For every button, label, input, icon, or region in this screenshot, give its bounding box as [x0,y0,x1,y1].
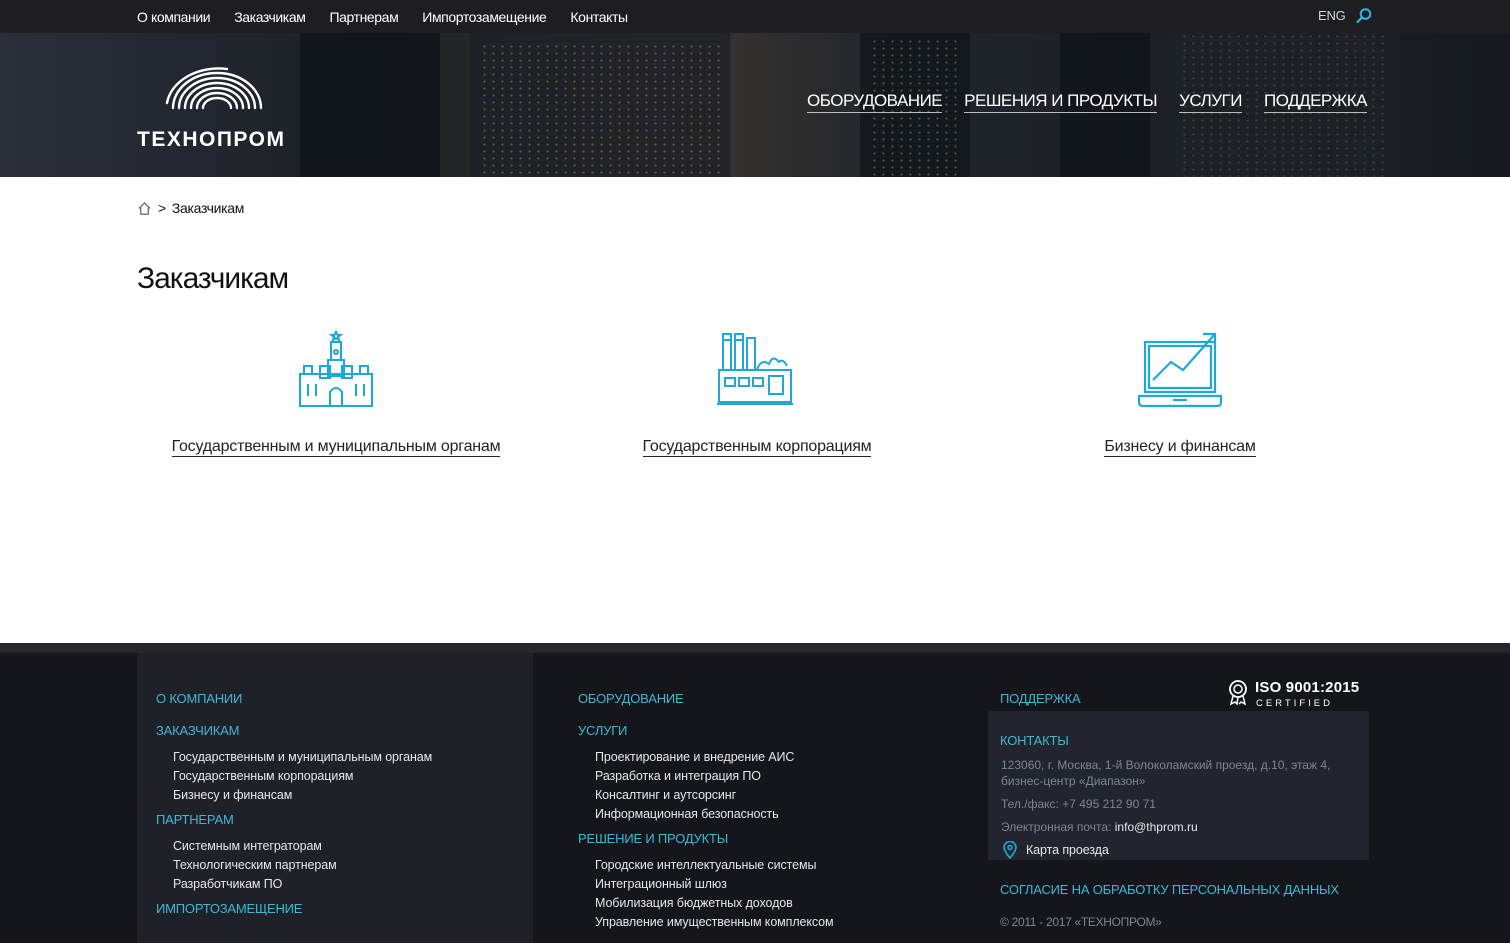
top-nav-customers[interactable]: Заказчикам [234,9,306,25]
iso-subtitle: CERTIFIED [1256,698,1333,709]
footer-link-corp[interactable]: Государственным корпорациям [173,769,354,783]
map-link[interactable]: Карта проезда [1026,843,1109,857]
footer-link-consulting[interactable]: Консалтинг и аутсорсинг [595,788,736,802]
category-business[interactable]: Бизнесу и финансам [1040,330,1320,457]
footer-link-integrators[interactable]: Системным интеграторам [173,839,322,853]
iso-title: ISO 9001:2015 [1255,679,1360,696]
top-nav-about[interactable]: О компании [137,9,211,25]
breadcrumb: > Заказчикам [137,200,244,216]
factory-icon [717,333,793,405]
footer-about-link[interactable]: О КОМПАНИИ [156,691,242,706]
top-bar: О компании Заказчикам Партнерам Импортоз… [0,0,1510,33]
top-nav-contacts[interactable]: Контакты [570,9,628,25]
footer: О КОМПАНИИ ЗАКАЗЧИКАМ Государственным и … [0,643,1510,943]
top-nav-partners[interactable]: Партнерам [329,9,398,25]
footer-link-city[interactable]: Городские интеллектуальные системы [595,858,816,872]
footer-link-business[interactable]: Бизнесу и финансам [173,788,292,802]
logo-text[interactable]: ТЕХНОПРОМ [137,128,286,152]
map-pin-icon [1003,841,1017,859]
home-icon[interactable] [137,201,152,216]
footer-link-property[interactable]: Управление имущественным комплексом [595,915,834,929]
main-nav: ОБОРУДОВАНИЕ РЕШЕНИЯ И ПРОДУКТЫ УСЛУГИ П… [807,91,1368,113]
footer-link-ais[interactable]: Проектирование и внедрение АИС [595,750,794,764]
footer-link-developers[interactable]: Разработчикам ПО [173,877,282,891]
email-label: Электронная почта: [1001,820,1112,834]
footer-support-link[interactable]: ПОДДЕРЖКА [1000,691,1081,706]
breadcrumb-separator: > [158,200,166,216]
footer-solutions-link[interactable]: РЕШЕНИЕ И ПРОДУКТЫ [578,831,728,846]
main-nav-services[interactable]: УСЛУГИ [1179,91,1242,113]
footer-import-link[interactable]: ИМПОРТОЗАМЕЩЕНИЕ [156,901,302,916]
category-government[interactable]: Государственным и муниципальным органам [136,330,536,457]
search-icon[interactable] [1355,7,1373,25]
consent-link[interactable]: СОГЛАСИЕ НА ОБРАБОТКУ ПЕРСОНАЛЬНЫХ ДАННЫ… [1000,882,1339,897]
contacts-email-label: Электронная почта: info@thprom.ru [1001,820,1198,834]
footer-customers-link[interactable]: ЗАКАЗЧИКАМ [156,723,239,738]
iso-badge: ISO 9001:2015 CERTIFIED [1226,675,1366,709]
email-link[interactable]: info@thprom.ru [1115,820,1198,834]
footer-link-budget[interactable]: Мобилизация бюджетных доходов [595,896,793,910]
contacts-address-2: бизнес-центр «Диапазон» [1001,774,1146,788]
breadcrumb-current: Заказчикам [171,200,245,216]
contacts-title: КОНТАКТЫ [1000,733,1069,748]
footer-partners-link[interactable]: ПАРТНЕРАМ [156,812,234,827]
footer-link-tech-partners[interactable]: Технологическим партнерам [173,858,337,872]
category-government-label[interactable]: Государственным и муниципальным органам [171,438,501,457]
top-nav-import[interactable]: Импортозамещение [422,9,547,25]
footer-link-gateway[interactable]: Интеграционный шлюз [595,877,727,891]
footer-link-dev[interactable]: Разработка и интеграция ПО [595,769,761,783]
kremlin-icon [299,330,373,407]
category-business-label[interactable]: Бизнесу и финансам [1104,438,1256,457]
footer-equipment-link[interactable]: ОБОРУДОВАНИЕ [578,691,684,706]
laptop-chart-icon [1137,332,1223,408]
footer-link-security[interactable]: Информационная безопасность [595,807,779,821]
top-nav: О компании Заказчикам Партнерам Импортоз… [137,0,628,33]
copyright: © 2011 - 2017 «ТЕХНОПРОМ» [1000,915,1162,929]
header-hero: ТЕХНОПРОМ ОБОРУДОВАНИЕ РЕШЕНИЯ И ПРОДУКТ… [0,33,1510,177]
category-corporations-label[interactable]: Государственным корпорациям [642,438,872,457]
footer-services-link[interactable]: УСЛУГИ [578,723,627,738]
category-corporations[interactable]: Государственным корпорациям [607,330,907,457]
contacts-address-1: 123060, г. Москва, 1-й Волоколамский про… [1001,758,1331,772]
footer-link-gov[interactable]: Государственным и муниципальным органам [173,750,432,764]
main-nav-equipment[interactable]: ОБОРУДОВАНИЕ [807,91,943,113]
page-title: Заказчикам [137,262,289,295]
main-nav-support[interactable]: ПОДДЕРЖКА [1263,91,1368,113]
language-switch[interactable]: ENG [1318,8,1346,23]
award-icon [1229,680,1247,705]
contacts-phone: Тел./факс: +7 495 212 90 71 [1001,797,1156,811]
main-nav-solutions[interactable]: РЕШЕНИЯ И ПРОДУКТЫ [964,91,1158,113]
